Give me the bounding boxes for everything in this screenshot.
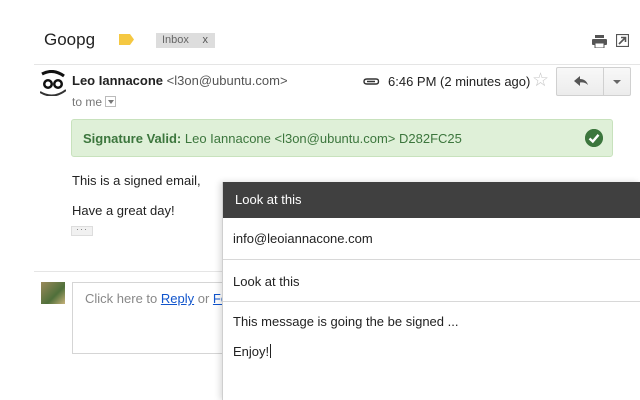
inbox-label-chip[interactable]: Inbox x <box>156 33 215 48</box>
sender-email: <l3on@ubuntu.com> <box>166 73 288 88</box>
new-window-icon[interactable] <box>616 34 629 47</box>
reply-button[interactable] <box>557 68 604 95</box>
compose-header[interactable]: Look at this <box>223 182 640 218</box>
header-divider <box>34 64 640 65</box>
sender-line: Leo Iannacone <l3on@ubuntu.com> <box>72 73 288 88</box>
signature-status-label: Signature Valid: <box>83 131 182 146</box>
signature-valid-banner: Signature Valid: Leo Iannacone <l3on@ubu… <box>71 119 613 157</box>
reply-hint-separator: or <box>194 291 213 306</box>
user-avatar <box>41 282 65 304</box>
star-icon[interactable]: ☆ <box>532 70 549 92</box>
compose-body-text: Enjoy! <box>233 344 270 359</box>
compose-subject-field[interactable]: Look at this <box>223 260 640 302</box>
compose-body-line[interactable]: This message is going the be signed ... <box>233 314 458 329</box>
reply-link[interactable]: Reply <box>161 291 194 306</box>
compose-window: Look at this info@leoiannacone.com Look … <box>222 182 640 400</box>
show-details-dropdown[interactable] <box>105 96 117 107</box>
signature-text: Signature Valid: Leo Iannacone <l3on@ubu… <box>83 131 462 146</box>
message-time: 6:46 PM (2 minutes ago) <box>388 74 531 89</box>
recipient-text: to me <box>72 95 103 109</box>
reply-hint: Click here to Reply or Fo <box>85 291 228 306</box>
compose-to-field[interactable]: info@leoiannacone.com <box>223 218 640 260</box>
show-trimmed-content-button[interactable]: ··· <box>71 225 93 236</box>
paperclip-icon <box>363 78 380 85</box>
thread-subject: Goopg <box>44 30 96 49</box>
print-icon[interactable] <box>592 35 607 48</box>
remove-label-button[interactable]: x <box>203 33 209 48</box>
sender-avatar[interactable] <box>40 70 66 96</box>
email-body-line: This is a signed email, <box>72 173 201 188</box>
more-actions-button[interactable] <box>604 68 630 95</box>
check-circle-icon <box>585 129 603 147</box>
recipient-line: to me <box>72 95 117 109</box>
label-tag-icon[interactable] <box>119 34 134 45</box>
sender-name[interactable]: Leo Iannacone <box>72 73 163 88</box>
reply-hint-prefix: Click here to <box>85 291 161 306</box>
reply-button-group <box>556 67 631 96</box>
signature-details: Leo Iannacone <l3on@ubuntu.com> D282FC25 <box>181 131 462 146</box>
compose-body-line[interactable]: Enjoy! <box>233 344 272 359</box>
inbox-label-text: Inbox <box>162 34 189 46</box>
email-body-line: Have a great day! <box>72 203 175 218</box>
text-cursor <box>270 344 272 358</box>
reply-arrow-icon <box>574 76 588 86</box>
